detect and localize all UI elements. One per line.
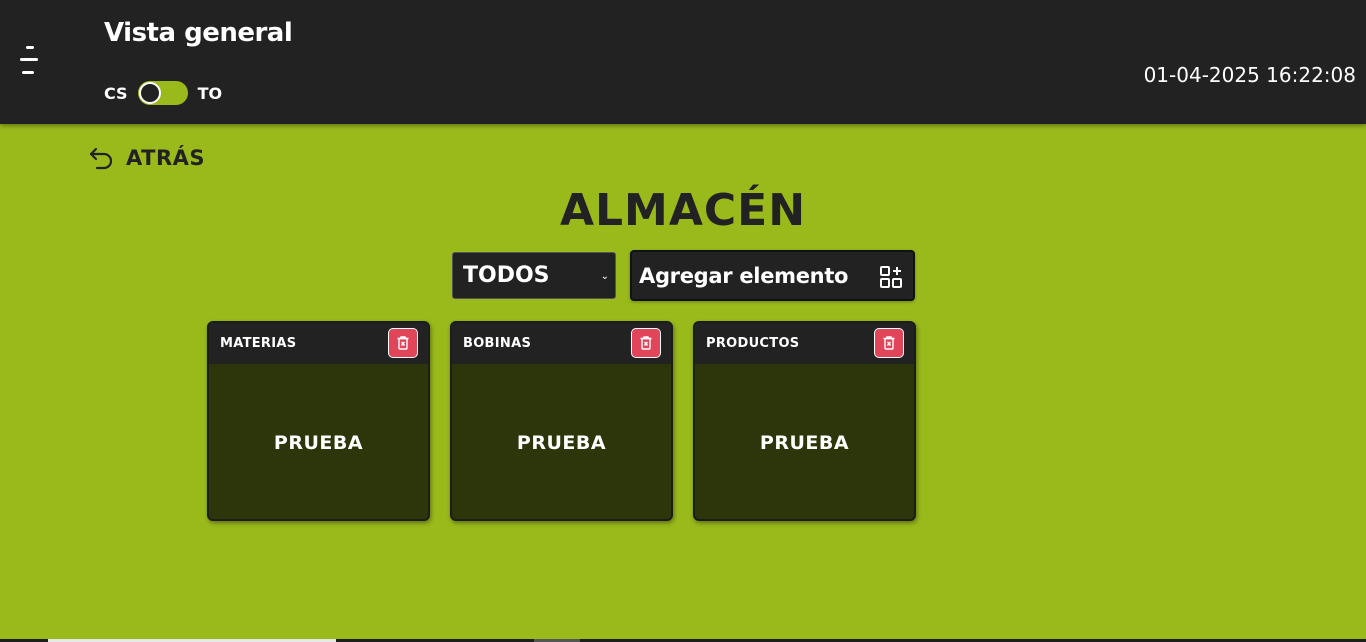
trash-icon bbox=[397, 336, 409, 350]
menu-icon[interactable] bbox=[18, 44, 40, 80]
card-header: MATERIAS bbox=[209, 323, 428, 364]
card-bobinas[interactable]: BOBINAS PRUEBA bbox=[450, 321, 673, 521]
card-body: PRUEBA bbox=[209, 364, 428, 519]
filter-selected-value: TODOS bbox=[463, 263, 550, 288]
mode-switch[interactable] bbox=[137, 81, 188, 105]
switch-knob bbox=[138, 82, 161, 104]
card-title: MATERIAS bbox=[220, 336, 297, 351]
card-body: PRUEBA bbox=[695, 364, 914, 519]
add-grid-icon bbox=[880, 266, 902, 288]
toggle-left-label: CS bbox=[104, 83, 128, 103]
toggle-right-label: TO bbox=[197, 83, 223, 103]
add-element-label: Agregar elemento bbox=[639, 263, 849, 288]
top-bar: Vista general CS TO 01-04-2025 16:22:08 bbox=[0, 0, 1366, 124]
section-title: ALMACÉN bbox=[559, 185, 807, 236]
page-title: Vista general bbox=[104, 18, 293, 48]
back-label: ATRÁS bbox=[126, 146, 205, 170]
card-header: BOBINAS bbox=[452, 323, 671, 364]
mode-toggle: CS TO bbox=[104, 80, 222, 106]
delete-button[interactable] bbox=[631, 328, 661, 358]
card-body: PRUEBA bbox=[452, 364, 671, 519]
card-title: BOBINAS bbox=[463, 336, 532, 351]
delete-button[interactable] bbox=[388, 328, 418, 358]
card-title: PRODUCTOS bbox=[706, 336, 800, 351]
card-header: PRODUCTOS bbox=[695, 323, 914, 364]
card-content: PRUEBA bbox=[516, 431, 607, 454]
back-button[interactable]: ATRÁS bbox=[88, 144, 205, 172]
undo-arrow-icon bbox=[89, 147, 113, 170]
delete-button[interactable] bbox=[874, 328, 904, 358]
trash-icon bbox=[883, 336, 895, 350]
datetime: 01-04-2025 16:22:08 bbox=[1143, 63, 1356, 87]
filter-select[interactable]: TODOS ⌄ bbox=[452, 252, 616, 299]
card-productos[interactable]: PRODUCTOS PRUEBA bbox=[693, 321, 916, 521]
add-element-button[interactable]: Agregar elemento bbox=[630, 250, 915, 301]
trash-icon bbox=[640, 336, 652, 350]
card-materias[interactable]: MATERIAS PRUEBA bbox=[207, 321, 430, 521]
card-content: PRUEBA bbox=[273, 431, 364, 454]
chevron-down-icon: ⌄ bbox=[600, 271, 609, 282]
card-content: PRUEBA bbox=[759, 431, 850, 454]
